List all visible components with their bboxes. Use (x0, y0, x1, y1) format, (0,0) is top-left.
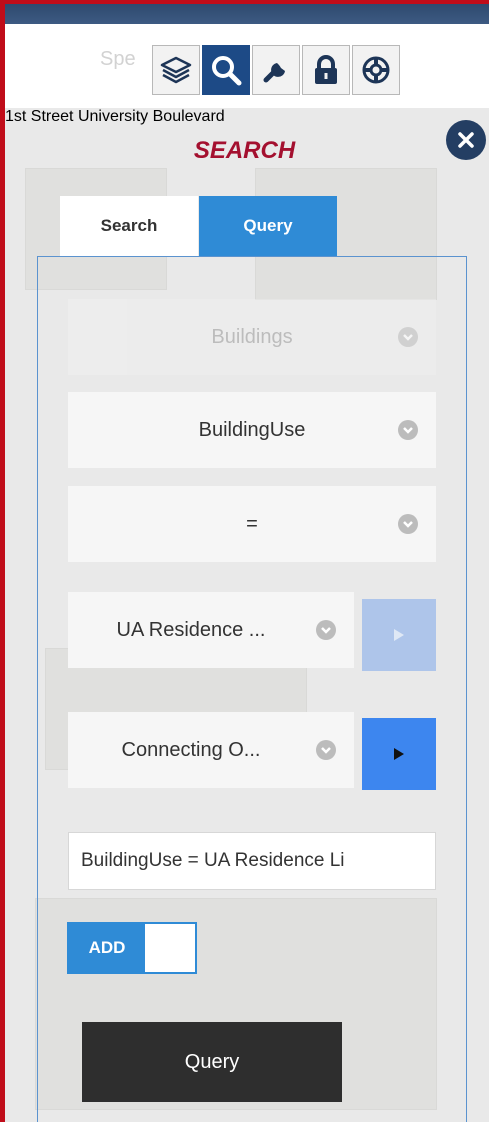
add-toggle-switch (145, 924, 195, 972)
add-toggle-label: ADD (69, 924, 145, 972)
chevron-down-icon (316, 740, 336, 760)
query-submit-button[interactable]: Query (82, 1022, 342, 1102)
chevron-down-icon (398, 420, 418, 440)
value-dropdown[interactable]: UA Residence ... (68, 592, 354, 668)
lock-icon (315, 55, 337, 84)
apply-value-button[interactable] (362, 599, 436, 671)
layers-button[interactable] (152, 45, 200, 95)
tab-search[interactable]: Search (60, 196, 198, 256)
chevron-down-icon (316, 620, 336, 640)
layer-dropdown-value: Buildings (211, 325, 293, 348)
search-icon (212, 56, 242, 86)
chevron-down-icon (398, 514, 418, 534)
value-dropdown-value: UA Residence ... (116, 618, 266, 641)
field-dropdown[interactable]: BuildingUse (68, 392, 436, 468)
layers-icon (160, 56, 192, 84)
play-icon (394, 629, 404, 641)
lifebuoy-icon (362, 56, 390, 84)
connector-dropdown[interactable]: Connecting O... (68, 712, 354, 788)
field-dropdown-value: BuildingUse (198, 418, 306, 441)
wrench-icon (263, 63, 285, 83)
help-button[interactable] (352, 45, 400, 95)
operator-dropdown[interactable]: = (68, 486, 436, 562)
layer-dropdown[interactable]: Buildings (68, 299, 436, 375)
tab-query[interactable]: Query (199, 196, 337, 256)
add-toggle[interactable]: ADD (67, 922, 197, 974)
panel-title: SEARCH (193, 137, 296, 164)
top-bar (5, 4, 489, 24)
map-label: University Boulevard (77, 108, 225, 125)
toolbar (152, 45, 402, 95)
map-label: 1st Street (5, 108, 74, 125)
apply-connector-button[interactable] (362, 718, 436, 790)
map-label: Spe (100, 48, 136, 70)
chevron-down-icon (398, 327, 418, 347)
lock-button[interactable] (302, 45, 350, 95)
tools-button[interactable] (252, 45, 300, 95)
search-tool-button[interactable] (202, 45, 250, 95)
query-form (37, 256, 467, 1122)
query-expression-input[interactable]: BuildingUse = UA Residence Li (68, 832, 436, 890)
connector-dropdown-value: Connecting O... (121, 738, 261, 761)
operator-dropdown-value: = (246, 512, 258, 535)
play-icon (394, 748, 404, 760)
